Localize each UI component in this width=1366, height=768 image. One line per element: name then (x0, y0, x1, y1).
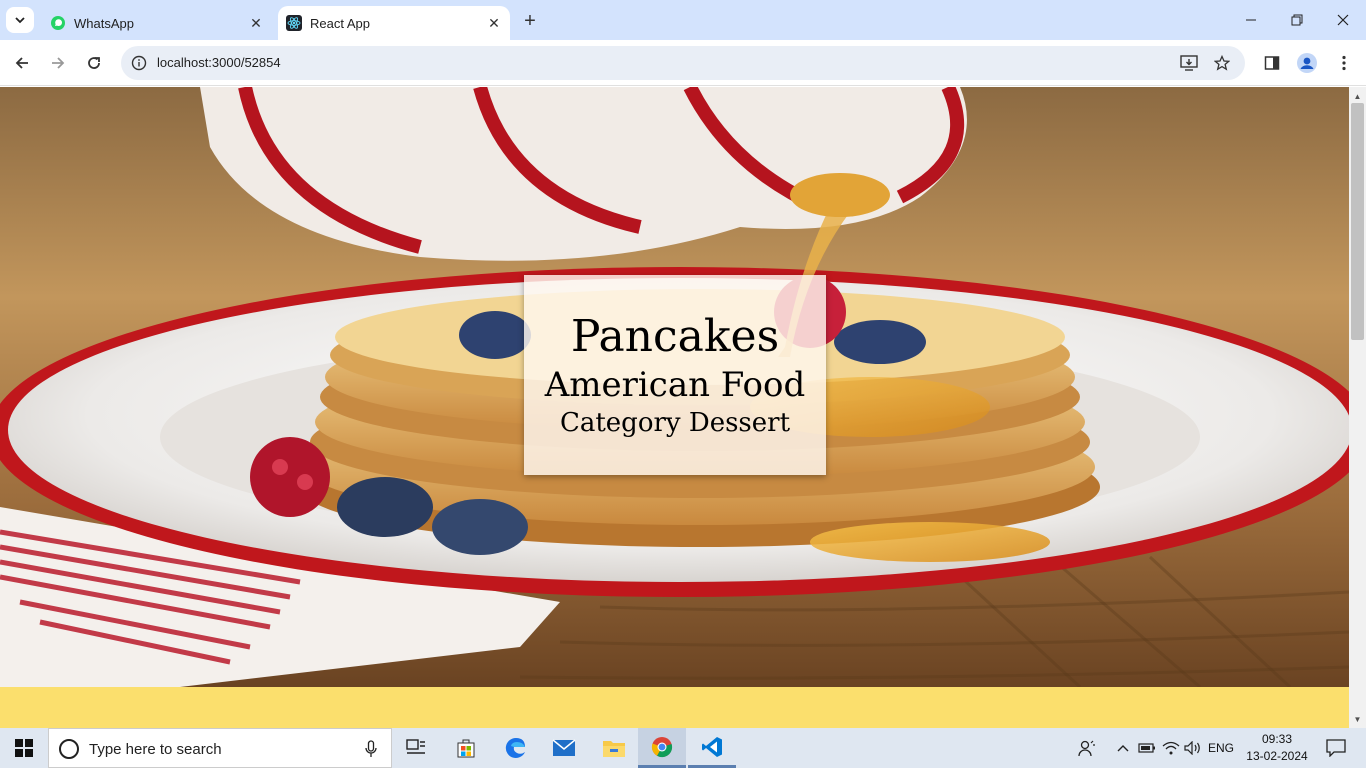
tab-strip: WhatsApp ✕ React App ✕ + (0, 0, 1366, 40)
chevron-up-icon[interactable] (1112, 728, 1134, 768)
taskbar: Type here to search ENG 09:33 13-02-2024 (0, 728, 1366, 768)
site-info-icon[interactable] (129, 53, 149, 73)
side-panel-button[interactable] (1258, 49, 1286, 77)
chrome-icon[interactable] (638, 728, 686, 768)
kebab-menu-icon (1342, 55, 1346, 71)
arrow-right-icon (52, 57, 65, 69)
tab-search-button[interactable] (6, 7, 34, 33)
edge-icon[interactable] (492, 728, 540, 768)
whatsapp-icon (51, 16, 65, 30)
close-window-button[interactable] (1320, 0, 1366, 40)
meal-area: American Food (544, 365, 806, 405)
start-button[interactable] (0, 728, 48, 768)
hero-banner: Pancakes American Food Category Dessert (0, 87, 1349, 687)
taskbar-search[interactable]: Type here to search (48, 728, 392, 768)
microphone-icon[interactable] (361, 739, 381, 759)
search-icon (59, 739, 79, 759)
meal-name: Pancakes (570, 311, 780, 362)
content-section (0, 687, 1349, 728)
scroll-up-arrow-icon[interactable]: ▲ (1349, 89, 1366, 103)
wifi-icon[interactable] (1160, 728, 1182, 768)
profile-button[interactable] (1293, 49, 1321, 77)
restore-button[interactable] (1274, 0, 1320, 40)
install-app-icon[interactable] (1178, 53, 1200, 73)
meal-caption-card: Pancakes American Food Category Dessert (524, 275, 826, 475)
side-panel-icon (1264, 56, 1280, 70)
store-icon[interactable] (442, 728, 490, 768)
search-placeholder: Type here to search (89, 741, 222, 758)
input-language[interactable]: ENG (1208, 741, 1234, 755)
reload-button[interactable] (80, 49, 108, 77)
file-explorer-icon[interactable] (590, 728, 638, 768)
windows-logo-icon (15, 739, 33, 757)
bookmark-star-icon[interactable] (1211, 53, 1233, 73)
tab-title: React App (310, 15, 370, 31)
page-viewport: Pancakes American Food Category Dessert (0, 87, 1349, 728)
page-scrollbar[interactable]: ▲ ▼ (1349, 87, 1366, 728)
notification-icon[interactable] (1318, 728, 1354, 768)
volume-icon[interactable] (1182, 728, 1204, 768)
close-icon[interactable]: ✕ (246, 13, 266, 33)
scroll-down-arrow-icon[interactable]: ▼ (1349, 712, 1366, 726)
avatar-icon (1297, 53, 1317, 73)
system-clock[interactable]: 09:33 13-02-2024 (1246, 731, 1308, 765)
arrow-left-icon (15, 57, 28, 69)
browser-toolbar: localhost:3000/52854 (0, 40, 1366, 86)
reload-icon (88, 57, 100, 69)
tab-title: WhatsApp (74, 15, 134, 31)
task-view-icon[interactable] (392, 728, 440, 768)
chevron-down-icon (15, 17, 25, 24)
address-bar[interactable]: localhost:3000/52854 (121, 46, 1245, 80)
forward-button[interactable] (44, 49, 72, 77)
react-icon (286, 15, 302, 31)
people-icon[interactable] (1074, 728, 1100, 768)
clock-date: 13-02-2024 (1246, 749, 1308, 763)
clock-time: 09:33 (1261, 732, 1293, 746)
minimize-button[interactable] (1228, 0, 1274, 40)
meal-category: Category Dessert (559, 408, 791, 438)
mail-icon[interactable] (540, 728, 588, 768)
menu-button[interactable] (1330, 49, 1358, 77)
restore-icon (1291, 14, 1303, 26)
minimize-icon (1246, 19, 1256, 21)
close-icon[interactable]: ✕ (484, 13, 504, 33)
back-button[interactable] (8, 49, 36, 77)
tab-react-app[interactable]: React App ✕ (278, 6, 510, 40)
tab-whatsapp[interactable]: WhatsApp ✕ (40, 6, 272, 40)
close-icon (1337, 14, 1349, 26)
new-tab-button[interactable]: + (518, 9, 542, 33)
vscode-icon[interactable] (688, 728, 736, 768)
scroll-thumb[interactable] (1351, 103, 1364, 340)
battery-icon[interactable] (1136, 728, 1158, 768)
url-text[interactable]: localhost:3000/52854 (157, 55, 281, 70)
